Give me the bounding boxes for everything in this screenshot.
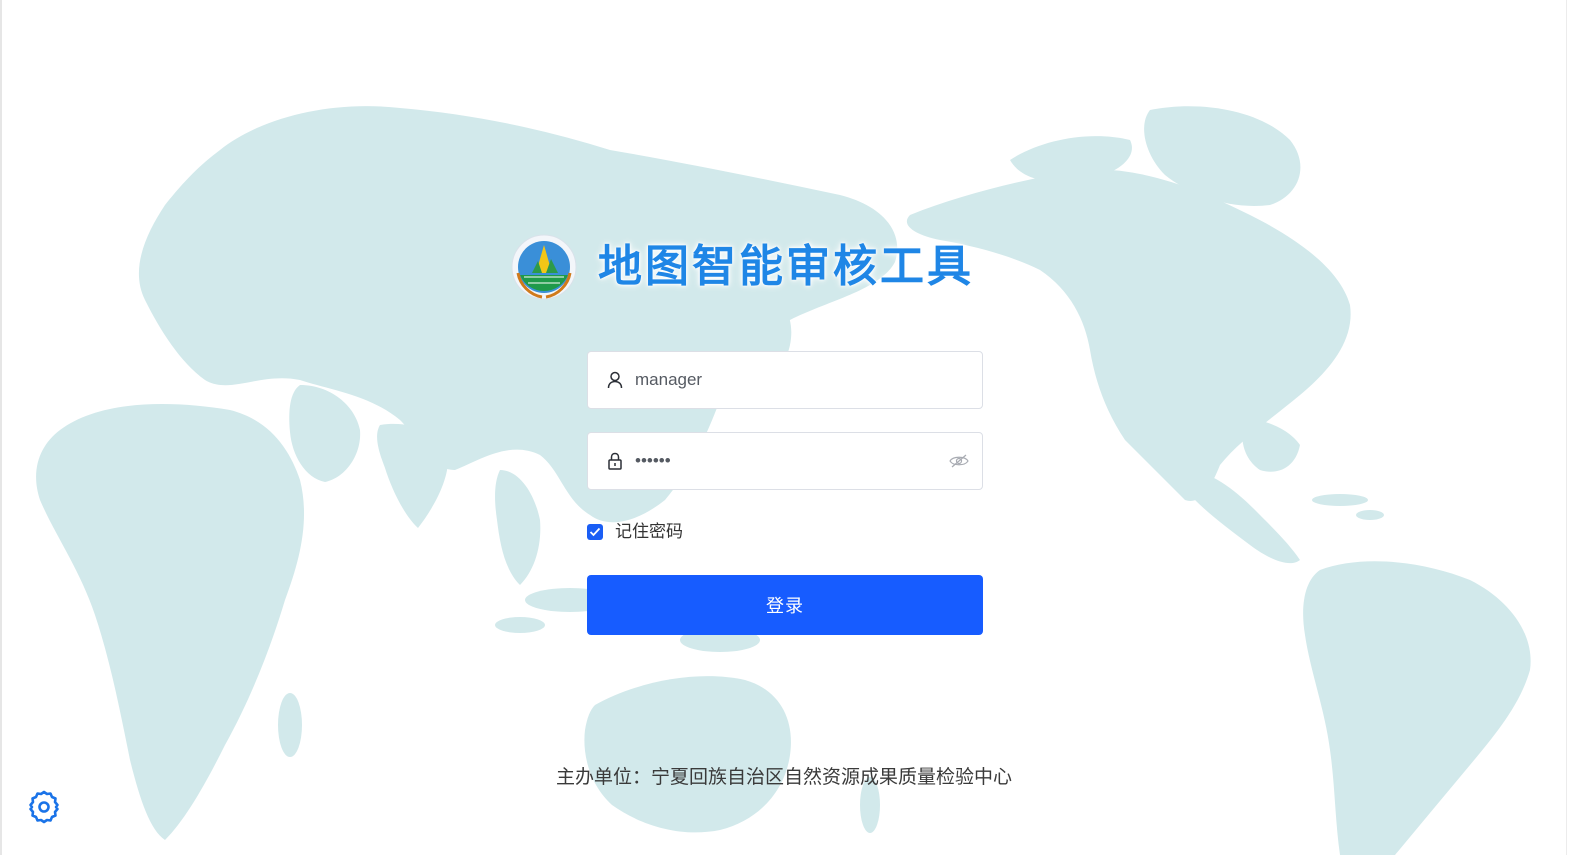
app-title: 地图智能审核工具 bbox=[598, 241, 974, 292]
login-page: 地图智能审核工具 manager •••••• 记住密码 登录 主办单位：宁夏回… bbox=[0, 0, 1575, 855]
password-input[interactable] bbox=[635, 433, 948, 489]
checkbox-checked-icon[interactable] bbox=[587, 524, 603, 540]
logo-emblem bbox=[511, 234, 577, 300]
user-icon bbox=[607, 371, 623, 389]
lock-icon bbox=[607, 452, 623, 470]
remember-password-checkbox[interactable]: 记住密码 bbox=[587, 521, 683, 543]
organizer-footer: 主办单位：宁夏回族自治区自然资源成果质量检验中心 bbox=[555, 766, 1012, 788]
username-field[interactable] bbox=[587, 351, 983, 409]
login-button[interactable]: 登录 bbox=[587, 575, 983, 635]
username-input[interactable] bbox=[635, 352, 982, 408]
brand-header: 地图智能审核工具 bbox=[510, 232, 974, 302]
world-map-background bbox=[36, 106, 1531, 855]
gear-icon bbox=[29, 790, 59, 824]
remember-password-label: 记住密码 bbox=[615, 522, 683, 542]
eye-hidden-icon[interactable] bbox=[948, 452, 970, 470]
password-field[interactable] bbox=[587, 432, 983, 490]
settings-button[interactable] bbox=[24, 787, 64, 827]
